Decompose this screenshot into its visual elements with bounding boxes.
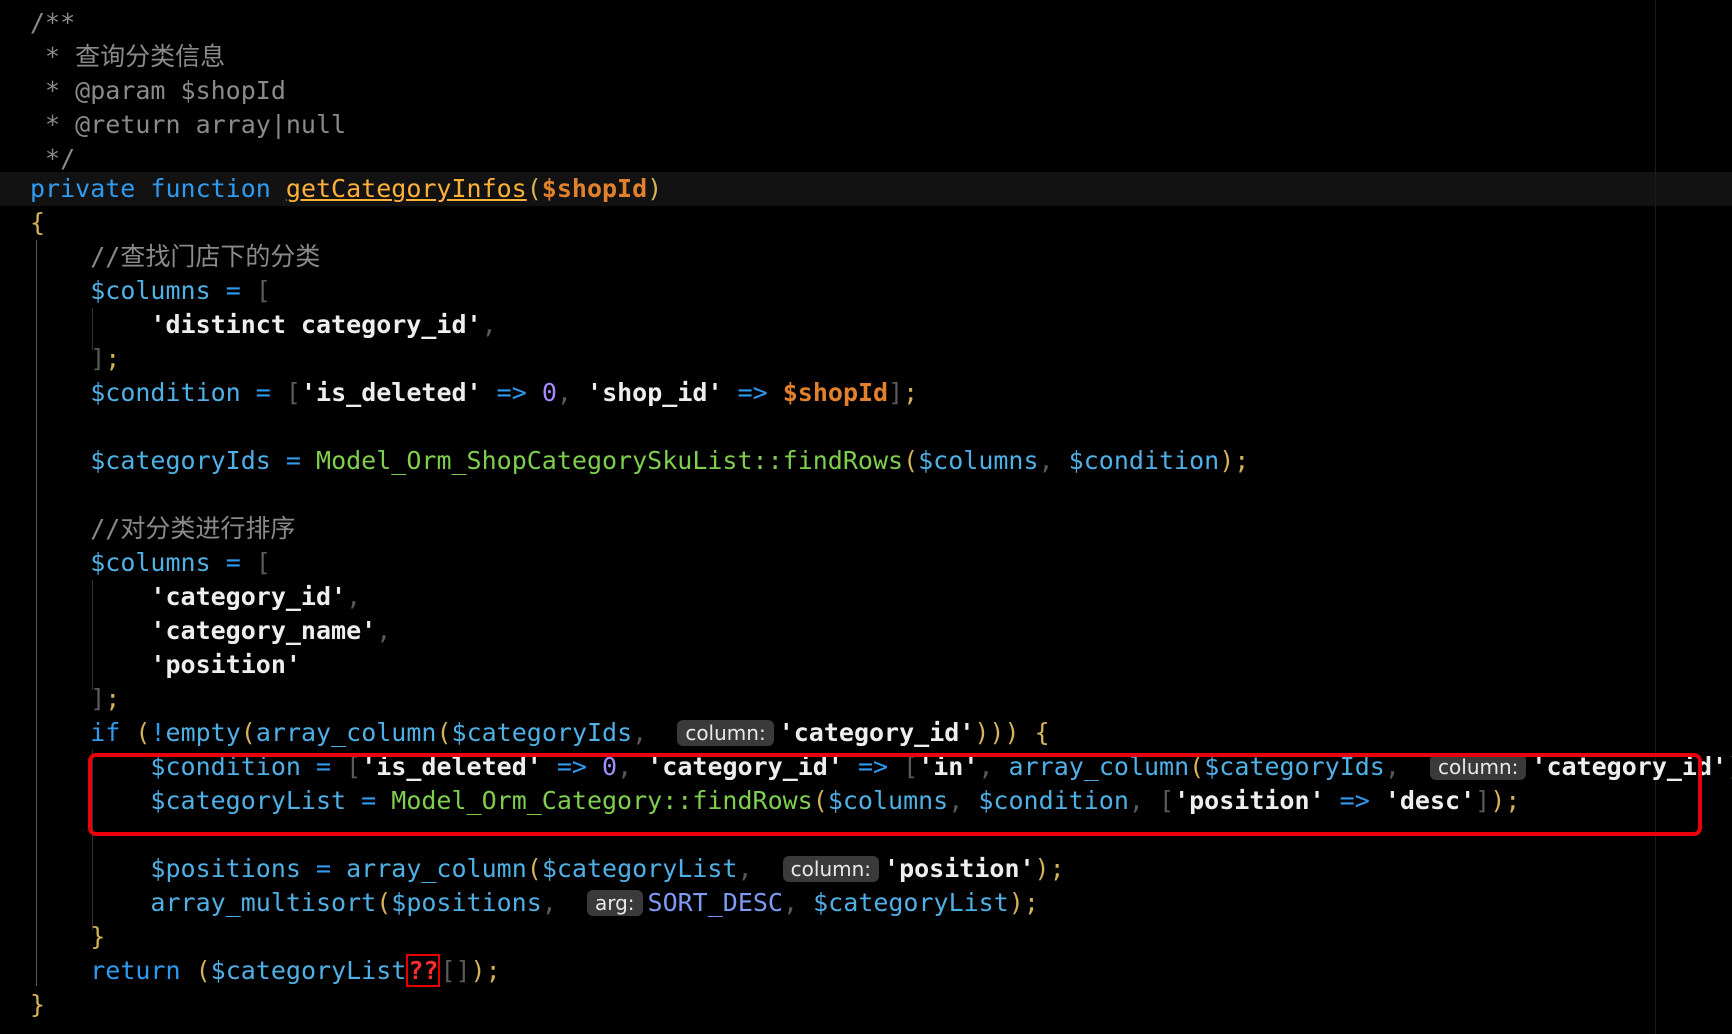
- code-line-12[interactable]: $condition = ['is_deleted' => 0, 'shop_i…: [30, 376, 918, 410]
- number-literal: 0: [541, 378, 557, 407]
- variable: $columns: [90, 276, 211, 305]
- parameter-hint: arg:: [586, 890, 643, 916]
- parameter-hint: column:: [677, 720, 774, 746]
- doc-comment-close: */: [30, 144, 76, 173]
- code-line-6[interactable]: private function getCategoryInfos($shopI…: [30, 172, 662, 206]
- line-comment: //对分类进行排序: [90, 514, 296, 543]
- code-line-7[interactable]: {: [30, 206, 45, 240]
- code-line-17[interactable]: $columns = [: [30, 546, 271, 580]
- code-line-27[interactable]: array_multisort($positions, arg: SORT_DES…: [30, 886, 1038, 920]
- syntax-error-marker[interactable]: ??: [406, 954, 441, 987]
- code-line-26[interactable]: $positions = array_column($categoryList,…: [30, 852, 1064, 886]
- code-line-8[interactable]: //查找门店下的分类: [30, 240, 320, 274]
- function-param: $shopId: [541, 174, 648, 203]
- variable: $categoryList: [541, 854, 738, 883]
- code-line-28[interactable]: }: [30, 920, 105, 954]
- code-line-1[interactable]: /**: [30, 6, 75, 40]
- string-literal: 'shop_id': [587, 378, 723, 407]
- variable: $shopId: [782, 378, 889, 407]
- string-literal: 'position': [150, 650, 301, 679]
- keyword-return: return: [90, 956, 181, 985]
- string-literal: 'category_name': [150, 616, 377, 645]
- code-line-29[interactable]: return ($categoryList??[]);: [30, 954, 501, 988]
- code-line-9[interactable]: $columns = [: [30, 274, 271, 308]
- variable: $columns: [90, 548, 211, 577]
- method-name: findRows: [782, 446, 904, 475]
- function-call: array_column: [255, 718, 437, 747]
- code-line-2[interactable]: * 查询分类信息: [30, 40, 225, 74]
- doc-comment-summary: * 查询分类信息: [30, 42, 226, 71]
- variable: $categoryList: [210, 956, 407, 985]
- function-call: empty: [165, 718, 241, 747]
- keyword-private: private: [30, 174, 136, 203]
- code-line-4[interactable]: * @return array|null: [30, 108, 346, 142]
- highlight-annotation-box: [88, 753, 1702, 836]
- variable: $columns: [918, 446, 1039, 475]
- code-line-18[interactable]: 'category_id',: [30, 580, 361, 614]
- line-comment: //查找门店下的分类: [90, 242, 321, 271]
- string-literal: 'category_id': [150, 582, 347, 611]
- variable: $positions: [391, 888, 542, 917]
- code-line-3[interactable]: * @param $shopId: [30, 74, 286, 108]
- code-editor[interactable]: /** * 查询分类信息 * @param $shopId * @return …: [0, 0, 1732, 1034]
- constant: SORT_DESC: [647, 888, 783, 917]
- doc-comment-return: * @return array|null: [30, 110, 347, 139]
- string-literal: 'position': [884, 854, 1035, 883]
- parameter-hint: column:: [782, 856, 880, 882]
- doc-comment-param: * @param $shopId: [30, 76, 286, 105]
- code-line-10[interactable]: 'distinct category_id',: [30, 308, 496, 342]
- code-line-14[interactable]: $categoryIds = Model_Orm_ShopCategorySku…: [30, 444, 1249, 478]
- keyword-if: if: [90, 718, 121, 747]
- code-line-21[interactable]: ];: [30, 682, 120, 716]
- function-name[interactable]: getCategoryInfos: [286, 174, 527, 203]
- code-line-5[interactable]: */: [30, 142, 75, 176]
- variable: $categoryList: [813, 888, 1009, 917]
- function-call: array_multisort: [150, 888, 377, 917]
- variable: $categoryIds: [451, 718, 633, 747]
- close-brace: }: [90, 922, 106, 951]
- string-literal: 'category_id': [778, 718, 975, 747]
- variable: $categoryIds: [90, 446, 271, 475]
- code-line-19[interactable]: 'category_name',: [30, 614, 391, 648]
- open-brace: {: [30, 208, 46, 237]
- code-line-20[interactable]: 'position': [30, 648, 301, 682]
- close-brace: }: [30, 990, 46, 1019]
- doc-comment-open: /**: [30, 8, 76, 37]
- function-call: array_column: [346, 854, 527, 883]
- code-line-16[interactable]: //对分类进行排序: [30, 512, 295, 546]
- right-margin-guide: [1655, 0, 1656, 1034]
- string-literal: 'distinct category_id': [150, 310, 482, 339]
- code-line-22[interactable]: if (!empty(array_column($categoryIds, co…: [30, 716, 1049, 750]
- variable: $positions: [150, 854, 301, 883]
- keyword-function: function: [150, 174, 271, 203]
- variable: $condition: [1068, 446, 1220, 475]
- class-name: Model_Orm_ShopCategorySkuList: [316, 446, 753, 475]
- string-literal: 'is_deleted': [300, 378, 482, 407]
- code-line-30[interactable]: }: [30, 988, 45, 1022]
- variable: $condition: [90, 378, 241, 407]
- code-line-11[interactable]: ];: [30, 342, 120, 376]
